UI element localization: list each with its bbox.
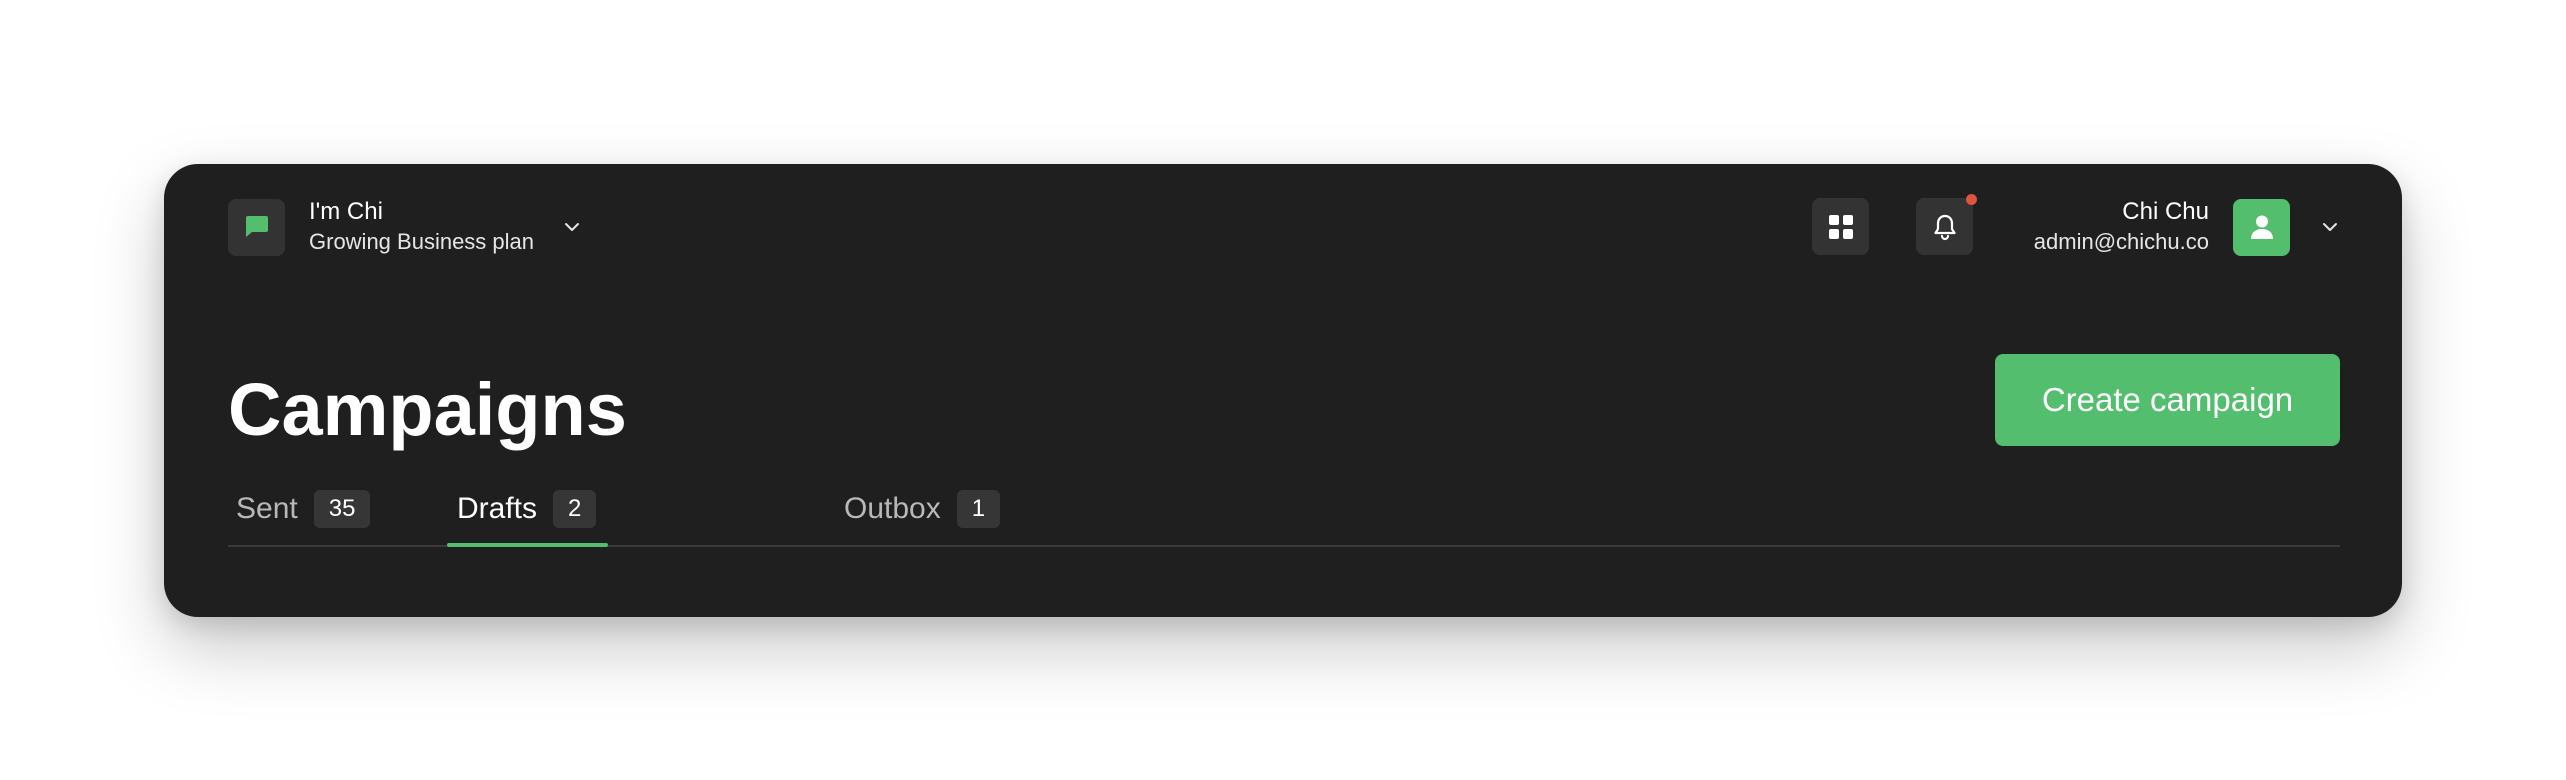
- chevron-down-icon[interactable]: [2320, 217, 2340, 237]
- tab-sent[interactable]: Sent 35: [236, 489, 371, 545]
- workspace-logo: [228, 198, 285, 256]
- tab-count-badge: 2: [553, 490, 597, 528]
- tab-label: Outbox: [844, 492, 941, 525]
- tab-label: Drafts: [457, 492, 538, 525]
- user-name: Chi Chu: [2122, 198, 2209, 225]
- tab-count-badge: 35: [313, 490, 371, 528]
- workspace-name: I'm Chi: [309, 198, 383, 225]
- notifications-button[interactable]: [1916, 194, 1977, 255]
- page-title: Campaigns: [228, 368, 627, 451]
- workspace-switcher[interactable]: I'm Chi Growing Business plan: [228, 198, 582, 256]
- tab-label: Sent: [236, 492, 298, 525]
- tab-drafts-content[interactable]: Drafts 2: [457, 489, 597, 545]
- notification-dot: [1966, 194, 1977, 205]
- grid-icon: [1828, 214, 1853, 239]
- user-icon: [2250, 215, 2273, 239]
- avatar[interactable]: [2233, 198, 2290, 256]
- campaign-tabs: Sent 35 Drafts 2 Outbox 1: [228, 489, 2340, 547]
- active-tab-indicator: [447, 543, 608, 547]
- tab-count-badge: 1: [956, 490, 1001, 528]
- user-menu[interactable]: Chi Chu admin@chichu.co: [2034, 198, 2340, 256]
- user-text: Chi Chu admin@chichu.co: [2034, 197, 2209, 257]
- chat-bubble-icon: [245, 216, 268, 237]
- tab-outbox[interactable]: Outbox 1: [844, 489, 1001, 545]
- apps-button[interactable]: [1812, 198, 1869, 255]
- bell-icon: [1933, 214, 1956, 240]
- tab-drafts[interactable]: Drafts 2: [447, 489, 608, 547]
- workspace-text: I'm Chi Growing Business plan: [309, 197, 534, 257]
- create-campaign-button[interactable]: Create campaign: [1995, 354, 2340, 446]
- user-email: admin@chichu.co: [2033, 229, 2209, 254]
- header-card: I'm Chi Growing Business plan Chi Chu ad…: [164, 164, 2402, 617]
- chevron-down-icon[interactable]: [562, 217, 582, 237]
- workspace-plan: Growing Business plan: [309, 229, 535, 254]
